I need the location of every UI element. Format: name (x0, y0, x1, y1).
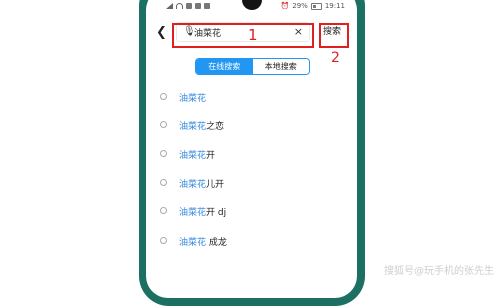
suggestion-rest: 之恋 (206, 122, 225, 132)
search-history-icon (160, 93, 167, 100)
search-history-icon (160, 150, 167, 157)
alarm-icon: ⏰ (280, 2, 290, 10)
annotation-label-1: 1 (248, 26, 258, 44)
annotation-box-search-button (319, 23, 349, 48)
suggestion-highlight: 油菜花 (179, 238, 207, 248)
suggestion-item[interactable]: 油菜花 成龙 (146, 231, 357, 251)
battery-percent: 29% (292, 2, 308, 10)
suggestion-highlight: 油菜花 (179, 151, 207, 161)
search-history-icon (160, 121, 167, 128)
search-mode-tabs: 在线搜索 本地搜索 (195, 58, 310, 75)
back-button[interactable]: ❮ (156, 26, 167, 39)
signal-icon (166, 3, 173, 9)
suggestion-rest: 儿开 (206, 180, 225, 190)
tab-online-search[interactable]: 在线搜索 (196, 59, 253, 74)
app-icon (186, 3, 192, 9)
status-bar: ⏰ 29% 19:11 (146, 0, 357, 14)
app-icon (195, 3, 201, 9)
suggestion-item[interactable]: 油菜花之恋 (146, 115, 357, 135)
suggestion-highlight: 油菜花 (179, 122, 207, 132)
tab-local-search[interactable]: 本地搜索 (252, 59, 309, 74)
search-history-icon (160, 207, 167, 214)
suggestion-highlight: 油菜花 (179, 94, 207, 104)
suggestion-item[interactable]: 油菜花儿开 (146, 173, 357, 193)
suggestion-item[interactable]: 油菜花开 dj (146, 201, 357, 221)
battery-icon (310, 2, 322, 10)
suggestion-item[interactable]: 油菜花开 (146, 144, 357, 164)
app-icon (204, 3, 210, 9)
clock: 19:11 (324, 2, 345, 10)
suggestion-rest: 开 dj (206, 208, 227, 218)
annotation-label-2: 2 (331, 50, 340, 66)
search-history-icon (160, 237, 167, 244)
annotation-box-search-field (172, 23, 314, 48)
status-icons-left (166, 3, 210, 9)
suggestion-rest: 开 (206, 151, 216, 161)
suggestion-rest: 成龙 (206, 238, 227, 248)
suggestion-highlight: 油菜花 (179, 180, 207, 190)
chevron-left-icon: ❮ (156, 25, 167, 40)
status-icons-right: ⏰ 29% 19:11 (281, 2, 345, 10)
suggestion-item[interactable]: 油菜花 (146, 87, 357, 107)
search-history-icon (160, 179, 167, 186)
suggestion-highlight: 油菜花 (179, 208, 207, 218)
wifi-icon (176, 3, 183, 9)
watermark: 搜狐号@玩手机的张先生 (384, 266, 494, 277)
